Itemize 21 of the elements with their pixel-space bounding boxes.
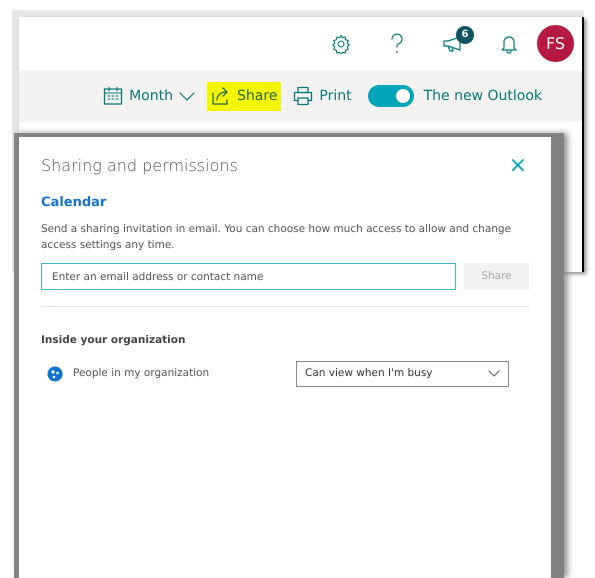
permission-name: People in my organization (73, 366, 210, 381)
bell-icon[interactable] (501, 34, 517, 54)
access-dropdown[interactable]: Can view when I'm busy (296, 360, 509, 387)
settings-icon[interactable] (331, 34, 351, 54)
chevron-down-icon (488, 370, 500, 378)
chevron-down-icon (178, 91, 195, 101)
help-icon[interactable] (390, 32, 404, 54)
calendar-icon (103, 86, 124, 106)
calendar-heading: Calendar (41, 194, 108, 212)
close-button[interactable]: × (506, 155, 529, 177)
share-button[interactable]: Share (206, 82, 282, 110)
print-button[interactable]: Print (289, 82, 356, 110)
email-field[interactable]: Enter an email address or contact name (41, 263, 456, 290)
user-avatar[interactable]: FS (537, 25, 574, 62)
new-outlook-toggle[interactable]: The new Outlook (364, 81, 546, 111)
dialog-title: Sharing and permissions (41, 156, 238, 176)
notification-count: 6 (456, 26, 474, 44)
section-heading: Inside your organization (41, 333, 186, 348)
printer-icon (293, 86, 314, 106)
description-text: Send a sharing invitation in email. You can choose how much access to allow and change access settings any time. (41, 222, 512, 253)
view-dropdown[interactable]: Month (99, 82, 199, 110)
